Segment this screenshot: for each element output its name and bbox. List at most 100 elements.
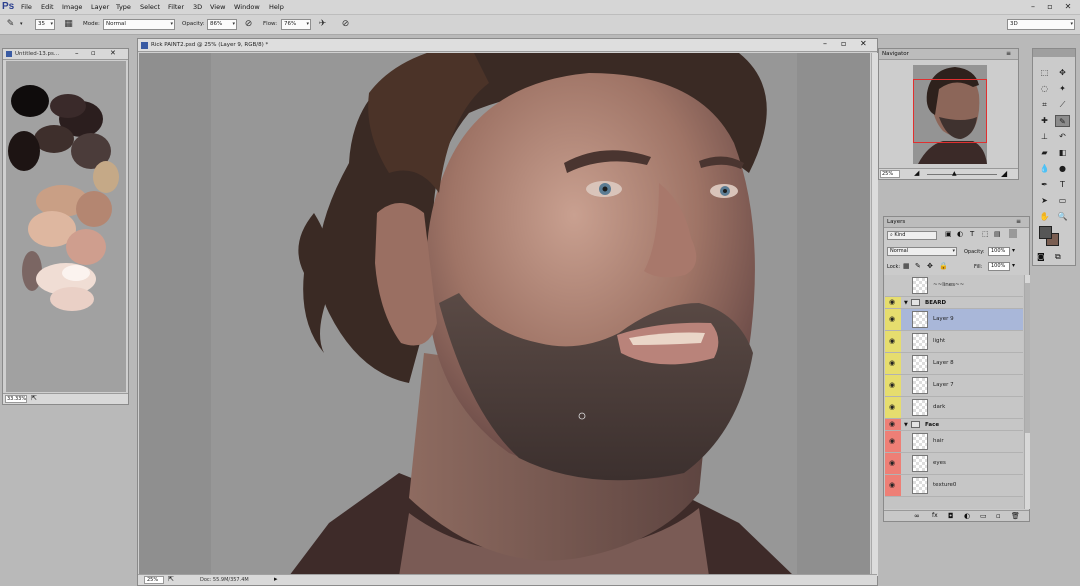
pressure-size-icon[interactable]: ⊘: [339, 18, 352, 31]
path-selection-tool-icon[interactable]: ➤: [1037, 195, 1052, 207]
visibility-toggle[interactable]: ◉: [885, 309, 901, 330]
visibility-toggle[interactable]: ◉: [885, 475, 901, 496]
layer-style-icon[interactable]: fx: [932, 512, 938, 519]
visibility-toggle[interactable]: ◉: [885, 331, 901, 352]
airbrush-icon[interactable]: ✈: [316, 18, 329, 31]
shape-tool-icon[interactable]: ▭: [1055, 195, 1070, 207]
visibility-toggle[interactable]: ◉: [885, 431, 901, 452]
delete-layer-icon[interactable]: 🗑: [1011, 512, 1020, 520]
vertical-scrollbar[interactable]: [871, 53, 878, 576]
eyedropper-tool-icon[interactable]: ⟋: [1055, 99, 1070, 111]
close-icon[interactable]: ✕: [860, 39, 867, 48]
zoom-in-icon[interactable]: ◢: [1001, 169, 1007, 178]
filter-toggle-icon[interactable]: [1009, 229, 1017, 238]
new-layer-icon[interactable]: ▫: [996, 512, 1001, 520]
lock-position-icon[interactable]: ✥: [927, 262, 933, 270]
visibility-toggle[interactable]: ◉: [885, 297, 901, 308]
view-rectangle[interactable]: [913, 79, 987, 143]
minimize-icon[interactable]: –: [75, 49, 79, 57]
layer-row[interactable]: ◉ light: [885, 331, 1023, 353]
menu-type[interactable]: Type: [116, 3, 131, 11]
minimize-icon[interactable]: –: [823, 39, 827, 48]
link-layers-icon[interactable]: ∞: [914, 512, 920, 520]
layer-row[interactable]: ◉ Layer 7: [885, 375, 1023, 397]
close-icon[interactable]: ✕: [110, 49, 116, 57]
menu-3d[interactable]: 3D: [193, 3, 202, 11]
maximize-icon[interactable]: ▫: [841, 39, 846, 48]
maximize-icon[interactable]: ▫: [91, 49, 96, 57]
fill-input[interactable]: 100%: [988, 262, 1010, 271]
menu-file[interactable]: File: [21, 3, 32, 11]
adjustment-filter-icon[interactable]: ◐: [957, 230, 963, 238]
brush-panel-icon[interactable]: ▦: [62, 18, 75, 31]
menu-filter[interactable]: Filter: [168, 3, 184, 11]
menu-help[interactable]: Help: [269, 3, 284, 11]
layer-group-row[interactable]: ◉ ▼ BEARD: [885, 297, 1023, 309]
navigator-tab[interactable]: Navigator: [882, 51, 909, 57]
dodge-tool-icon[interactable]: ●: [1055, 163, 1070, 175]
zoom-slider-track[interactable]: [927, 174, 997, 175]
chevron-down-icon[interactable]: ▾: [1012, 262, 1015, 269]
lock-all-icon[interactable]: 🔒: [939, 262, 948, 270]
menu-view[interactable]: View: [210, 3, 225, 11]
status-menu-arrow-icon[interactable]: ▸: [274, 575, 278, 583]
workspace-select[interactable]: 3D ▾: [1007, 19, 1075, 30]
lock-transparency-icon[interactable]: ▦: [903, 262, 910, 270]
zoom-out-icon[interactable]: ◢: [914, 169, 919, 177]
new-group-icon[interactable]: ▭: [980, 512, 987, 520]
navigator-thumbnail[interactable]: [913, 65, 987, 164]
minimize-icon[interactable]: –: [1026, 2, 1040, 12]
lasso-tool-icon[interactable]: ◌: [1037, 83, 1052, 95]
visibility-toggle[interactable]: ◉: [885, 375, 901, 396]
crop-tool-icon[interactable]: ⌗: [1037, 99, 1052, 111]
menu-edit[interactable]: Edit: [41, 3, 54, 11]
layers-scrollbar[interactable]: [1024, 275, 1030, 509]
foreground-color-swatch[interactable]: [1039, 226, 1052, 239]
type-tool-icon[interactable]: T: [1055, 179, 1070, 191]
flow-input[interactable]: 76% ▾: [281, 19, 311, 30]
brush-tool-preset-icon[interactable]: ✎: [4, 18, 17, 31]
export-icon[interactable]: ⇱: [168, 575, 174, 583]
clone-stamp-tool-icon[interactable]: ⊥: [1037, 131, 1052, 143]
chevron-down-icon[interactable]: ▾: [20, 21, 23, 27]
swatch-canvas[interactable]: [6, 61, 126, 392]
zoom-slider-thumb[interactable]: ▲: [952, 170, 957, 177]
filter-kind-select[interactable]: ⌕ Kind: [887, 231, 937, 240]
smart-object-filter-icon[interactable]: ▤: [994, 230, 1001, 238]
screen-mode-icon[interactable]: ⧉: [1055, 252, 1061, 262]
adjustment-layer-icon[interactable]: ◐: [964, 512, 970, 520]
expand-triangle-icon[interactable]: ▼: [904, 422, 908, 428]
layer-row[interactable]: ◉ hair: [885, 431, 1023, 453]
visibility-toggle[interactable]: ◉: [885, 453, 901, 474]
swatch-doc-titlebar[interactable]: Untitled-13.ps... – ▫ ✕: [3, 49, 128, 60]
toolbox-header[interactable]: [1033, 49, 1075, 57]
layer-row[interactable]: ◉ Layer 9: [885, 309, 1023, 331]
zoom-field[interactable]: 25%: [144, 576, 164, 584]
brush-size-picker[interactable]: 35 ▾: [35, 19, 55, 30]
layer-row[interactable]: ◉ texture0: [885, 475, 1023, 497]
layer-mask-icon[interactable]: ◘: [948, 512, 954, 520]
expand-triangle-icon[interactable]: ▼: [904, 300, 908, 306]
opacity-input[interactable]: 86% ▾: [207, 19, 237, 30]
blend-mode-select[interactable]: Normal ▾: [887, 247, 957, 256]
quick-mask-icon[interactable]: ◙: [1037, 252, 1045, 261]
pen-tool-icon[interactable]: ✒: [1037, 179, 1052, 191]
menu-layer[interactable]: Layer: [91, 3, 109, 11]
type-filter-icon[interactable]: T: [970, 230, 974, 238]
close-icon[interactable]: ✕: [1061, 2, 1075, 12]
visibility-toggle[interactable]: [885, 275, 901, 296]
canvas[interactable]: [139, 53, 870, 576]
layers-scroll-thumb[interactable]: [1025, 283, 1030, 433]
document-titlebar[interactable]: Rick PAINT2.psd @ 25% (Layer 9, RGB/8) *…: [138, 39, 877, 52]
magic-wand-tool-icon[interactable]: ✦: [1055, 83, 1070, 95]
layer-row[interactable]: ◉ eyes: [885, 453, 1023, 475]
pressure-opacity-icon[interactable]: ⊘: [242, 18, 255, 31]
menu-image[interactable]: Image: [62, 3, 82, 11]
shape-filter-icon[interactable]: ⬚: [982, 230, 989, 238]
visibility-toggle[interactable]: ◉: [885, 397, 901, 418]
layer-opacity-input[interactable]: 100%: [988, 247, 1010, 256]
panel-menu-icon[interactable]: ≡: [1016, 218, 1021, 225]
blur-tool-icon[interactable]: 💧: [1037, 163, 1052, 175]
menu-window[interactable]: Window: [234, 3, 260, 11]
layer-row[interactable]: ◉ dark: [885, 397, 1023, 419]
